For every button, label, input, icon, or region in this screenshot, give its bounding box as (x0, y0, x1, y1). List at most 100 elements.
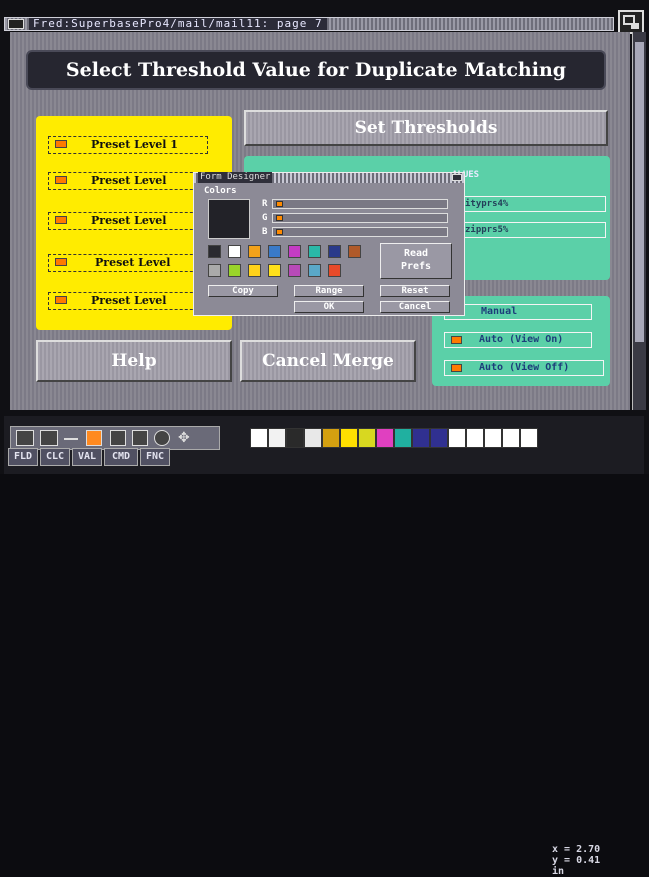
val-button[interactable]: VAL (72, 448, 102, 466)
coord-y: y = 0.41 (552, 855, 601, 866)
color-swatch[interactable] (328, 264, 341, 277)
radio-flag-icon (55, 296, 67, 304)
palette-color[interactable] (394, 428, 412, 448)
cancel-merge-button[interactable]: Cancel Merge (240, 340, 416, 382)
radio-flag-icon (451, 364, 462, 372)
fnc-button[interactable]: FNC (140, 448, 170, 466)
palette-color[interactable] (466, 428, 484, 448)
color-swatch[interactable] (208, 264, 221, 277)
mode-manual[interactable]: Manual (444, 304, 592, 320)
range-button[interactable]: Range (294, 285, 364, 297)
slider-label-r: R (262, 199, 268, 209)
palette-color[interactable] (304, 428, 322, 448)
color-swatch[interactable] (308, 264, 321, 277)
image-tool-icon[interactable] (110, 430, 126, 446)
clc-button[interactable]: CLC (40, 448, 70, 466)
color-swatch[interactable] (248, 245, 261, 258)
preset-level-1[interactable]: Preset Level 1 (48, 136, 208, 154)
button-tool-icon[interactable] (132, 430, 148, 446)
depth-gadget-icon[interactable] (618, 10, 644, 34)
fld-button[interactable]: FLD (8, 448, 38, 466)
preset-level-5[interactable]: Preset Level (48, 292, 208, 310)
palette-color[interactable] (322, 428, 340, 448)
mode-label: Auto (View Off) (479, 362, 570, 373)
coord-unit: in (552, 866, 565, 877)
text-tool-icon[interactable] (86, 430, 102, 446)
cmd-button[interactable]: CMD (104, 448, 138, 466)
mode-auto-view-off[interactable]: Auto (View Off) (444, 360, 604, 376)
slider-knob[interactable] (276, 229, 283, 235)
page-title: Select Threshold Value for Duplicate Mat… (26, 50, 606, 90)
colors-label: Colors (204, 186, 237, 196)
ellipse-tool-icon[interactable] (154, 430, 170, 446)
help-button[interactable]: Help (36, 340, 232, 382)
city-threshold-field[interactable]: ityprs4% (456, 196, 606, 212)
green-slider[interactable] (272, 213, 448, 223)
color-swatch[interactable] (288, 264, 301, 277)
palette-color[interactable] (376, 428, 394, 448)
read-prefs-label: Read Prefs (400, 248, 432, 272)
dialog-close-icon[interactable] (452, 174, 462, 181)
red-slider[interactable] (272, 199, 448, 209)
preset-label: Preset Level (91, 214, 167, 227)
copy-button[interactable]: Copy (208, 285, 278, 297)
read-prefs-button[interactable]: Read Prefs (380, 243, 452, 279)
palette-color[interactable] (430, 428, 448, 448)
color-swatch[interactable] (268, 264, 281, 277)
color-swatch[interactable] (288, 245, 301, 258)
color-swatch[interactable] (348, 245, 361, 258)
preset-level-3[interactable]: Preset Level (48, 212, 208, 230)
color-swatch[interactable] (228, 264, 241, 277)
radio-flag-icon (55, 216, 67, 224)
zip-threshold-field[interactable]: zipprs5% (456, 222, 606, 238)
reset-button[interactable]: Reset (380, 285, 450, 297)
mode-label: Auto (View On) (479, 334, 564, 345)
palette-color[interactable] (286, 428, 304, 448)
blue-slider[interactable] (272, 227, 448, 237)
palette-color[interactable] (268, 428, 286, 448)
palette-color[interactable] (250, 428, 268, 448)
cancel-button[interactable]: Cancel (380, 301, 450, 313)
set-thresholds-button[interactable]: Set Thresholds (244, 110, 608, 146)
color-swatch[interactable] (268, 245, 281, 258)
palette-color[interactable] (412, 428, 430, 448)
mode-label: Manual (481, 306, 518, 317)
radio-flag-icon (55, 140, 67, 148)
color-swatch[interactable] (248, 264, 261, 277)
slider-label-g: G (262, 213, 268, 223)
preset-label: Preset Level (91, 174, 167, 187)
palette-color[interactable] (520, 428, 538, 448)
color-swatch[interactable] (328, 245, 341, 258)
color-swatch[interactable] (228, 245, 241, 258)
palette-color[interactable] (358, 428, 376, 448)
palette-color[interactable] (340, 428, 358, 448)
preset-label: Preset Level (95, 256, 171, 269)
radio-flag-icon (55, 176, 67, 184)
close-gadget-icon[interactable] (8, 19, 24, 29)
dialog-titlebar[interactable]: Form Designer (194, 172, 464, 183)
preset-level-4[interactable]: Preset Level (48, 254, 208, 272)
dialog-title: Form Designer (198, 172, 273, 183)
preset-label: Preset Level 1 (91, 138, 178, 151)
preset-level-2[interactable]: Preset Level (48, 172, 208, 190)
palette-color[interactable] (502, 428, 520, 448)
ok-button[interactable]: OK (294, 301, 364, 313)
form-designer-dialog: Form Designer Colors R G B Read Prefs Co… (193, 172, 465, 316)
rectangle-tool-icon[interactable] (16, 430, 34, 446)
radio-flag-icon (451, 336, 462, 344)
move-tool-icon[interactable]: ✥ (178, 430, 194, 446)
slider-knob[interactable] (276, 215, 283, 221)
line-tool-icon[interactable] (64, 438, 78, 440)
color-swatch[interactable] (308, 245, 321, 258)
window-titlebar[interactable]: Fred:SuperbasePro4/mail/mail11: page 7 (4, 17, 614, 31)
box-tool-icon[interactable] (40, 430, 58, 446)
window-title: Fred:SuperbasePro4/mail/mail11: page 7 (29, 18, 327, 30)
color-swatch[interactable] (208, 245, 221, 258)
palette-color[interactable] (448, 428, 466, 448)
mode-auto-view-on[interactable]: Auto (View On) (444, 332, 592, 348)
scrollbar-thumb[interactable] (635, 42, 644, 342)
slider-knob[interactable] (276, 201, 283, 207)
preset-label: Preset Level (91, 294, 167, 307)
palette-color[interactable] (484, 428, 502, 448)
vertical-scrollbar[interactable] (632, 32, 646, 410)
